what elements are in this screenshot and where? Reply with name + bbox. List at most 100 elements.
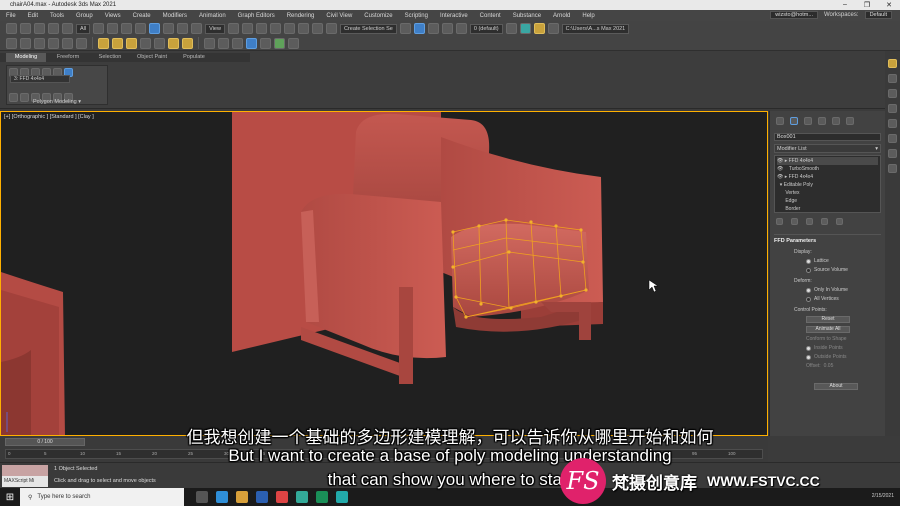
scene-states-icon[interactable]	[888, 74, 897, 83]
menu-content[interactable]: Content	[480, 13, 501, 19]
tab-modeling[interactable]: Modeling	[6, 53, 46, 62]
camera-sequencer-icon[interactable]	[888, 164, 897, 173]
utilities-tab-icon[interactable]	[846, 117, 854, 125]
motion-tab-icon[interactable]	[818, 117, 826, 125]
menu-edit[interactable]: Edit	[28, 13, 38, 19]
about-button[interactable]: About	[814, 383, 858, 390]
modifier-stack-dropdown[interactable]: 3: FFD 4x4x4	[10, 75, 70, 83]
conform-to-shape-button[interactable]: Conform to Shape	[806, 336, 881, 342]
minimize-button[interactable]: –	[834, 1, 856, 9]
angle-snap-icon[interactable]	[283, 23, 295, 34]
lattice-point[interactable]	[451, 230, 455, 234]
close-button[interactable]: ✕	[878, 1, 900, 9]
reference-coordinate-dropdown[interactable]: View	[205, 23, 225, 34]
menu-interactive[interactable]: Interactive	[440, 13, 468, 19]
menu-customize[interactable]: Customize	[364, 13, 392, 19]
sphere-primitive-icon[interactable]	[20, 37, 31, 49]
stack-item-vertex[interactable]: Vertex	[777, 189, 878, 197]
pin-stack-icon[interactable]	[776, 218, 783, 225]
placement-icon[interactable]	[191, 23, 203, 34]
geosphere-icon[interactable]	[112, 37, 123, 49]
inside-points-checkbox[interactable]: Inside Points	[806, 345, 881, 351]
menu-group[interactable]: Group	[76, 13, 93, 19]
curve-editor-icon[interactable]	[505, 23, 517, 34]
toggle-ribbon-icon[interactable]	[455, 23, 467, 34]
tab-object-paint[interactable]: Object Paint	[132, 53, 172, 62]
lattice-point[interactable]	[451, 265, 455, 269]
rectangular-selection-icon[interactable]	[121, 23, 133, 34]
menu-tools[interactable]: Tools	[50, 13, 64, 19]
display-tab-icon[interactable]	[832, 117, 840, 125]
modifier-list-dropdown[interactable]: Modifier List ▾	[774, 144, 881, 153]
lattice-checkbox[interactable]: Lattice	[806, 258, 881, 264]
tube-icon[interactable]	[126, 37, 137, 49]
edge-browser-icon[interactable]	[216, 491, 228, 503]
menu-views[interactable]: Views	[105, 13, 121, 19]
project-folder-dropdown[interactable]: C:\Users\A...s Max 2021	[561, 23, 630, 34]
snapshot-icon[interactable]	[260, 37, 271, 49]
cone-primitive-icon[interactable]	[76, 37, 87, 49]
percent-snap-icon[interactable]	[297, 23, 309, 34]
bind-spacewarp-icon[interactable]	[62, 23, 73, 34]
create-tab-icon[interactable]	[776, 117, 784, 125]
selection-filter-dropdown[interactable]: All	[76, 23, 91, 34]
mirror-icon[interactable]	[399, 23, 411, 34]
array-icon[interactable]	[246, 37, 257, 49]
teapot-primitive-icon[interactable]	[62, 37, 73, 49]
align-icon[interactable]	[413, 23, 425, 34]
store-icon[interactable]	[256, 491, 268, 503]
toggle-layer-explorer-icon[interactable]	[441, 23, 453, 34]
edit-named-selection-icon[interactable]	[325, 23, 337, 34]
render-frame-icon[interactable]	[274, 37, 285, 49]
keyboard-shortcut-icon[interactable]	[255, 23, 267, 34]
material-editor-icon[interactable]	[533, 23, 545, 34]
stack-item-edge[interactable]: Edge	[777, 197, 878, 205]
app-icon[interactable]	[296, 491, 308, 503]
configure-sets-icon[interactable]	[836, 218, 843, 225]
schematic-view-icon[interactable]	[519, 23, 531, 34]
text-shape-icon[interactable]	[154, 37, 165, 49]
modify-tab-icon[interactable]	[790, 117, 798, 125]
show-end-result-icon[interactable]	[791, 218, 798, 225]
tab-freeform[interactable]: Freeform	[48, 53, 88, 62]
render-icon[interactable]	[288, 37, 299, 49]
plane-icon[interactable]	[98, 37, 109, 49]
menu-help[interactable]: Help	[582, 13, 594, 19]
viewport-layouts-icon[interactable]	[888, 89, 897, 98]
render-icon[interactable]	[888, 149, 897, 158]
menu-modifiers[interactable]: Modifiers	[163, 13, 187, 19]
lattice-point[interactable]	[504, 218, 508, 222]
3dsmax-icon[interactable]	[336, 491, 348, 503]
ffd-parameters-title[interactable]: FFD Parameters	[774, 238, 881, 244]
stack-item-editable-poly[interactable]: ▾ Editable Poly	[777, 181, 878, 189]
menu-create[interactable]: Create	[133, 13, 151, 19]
user-account[interactable]: wizsto@hotm...	[770, 11, 818, 19]
box-primitive-icon[interactable]	[6, 37, 17, 49]
stack-item-ffd-top[interactable]: 👁 ▸ FFD 4x4x4	[777, 157, 878, 165]
select-manipulate-icon[interactable]	[241, 23, 253, 34]
lattice-point[interactable]	[464, 315, 468, 319]
lattice-point[interactable]	[509, 306, 513, 310]
lattice-point[interactable]	[581, 260, 585, 264]
source-volume-checkbox[interactable]: Source Volume	[806, 267, 881, 273]
menu-file[interactable]: File	[6, 13, 16, 19]
named-selection-dropdown[interactable]: Create Selection Se	[339, 23, 397, 34]
undo-icon[interactable]	[6, 23, 17, 34]
lattice-point[interactable]	[479, 302, 483, 306]
redo-icon[interactable]	[20, 23, 31, 34]
omni-light-icon[interactable]	[168, 37, 179, 49]
spot-light-icon[interactable]	[182, 37, 193, 49]
tab-selection[interactable]: Selection	[90, 53, 130, 62]
lattice-point[interactable]	[584, 288, 588, 292]
menu-animation[interactable]: Animation	[199, 13, 226, 19]
lighting-icon[interactable]	[888, 134, 897, 143]
task-view-icon[interactable]	[196, 491, 208, 503]
torus-primitive-icon[interactable]	[48, 37, 59, 49]
menu-arnold[interactable]: Arnold	[553, 13, 570, 19]
lattice-point[interactable]	[477, 224, 481, 228]
spinner-snap-icon[interactable]	[311, 23, 323, 34]
excel-icon[interactable]	[316, 491, 328, 503]
cylinder-primitive-icon[interactable]	[34, 37, 45, 49]
viewport-orthographic[interactable]: [+] [Orthographic ] [Standard ] [Clay ]	[0, 111, 768, 436]
physics-icon[interactable]	[888, 119, 897, 128]
